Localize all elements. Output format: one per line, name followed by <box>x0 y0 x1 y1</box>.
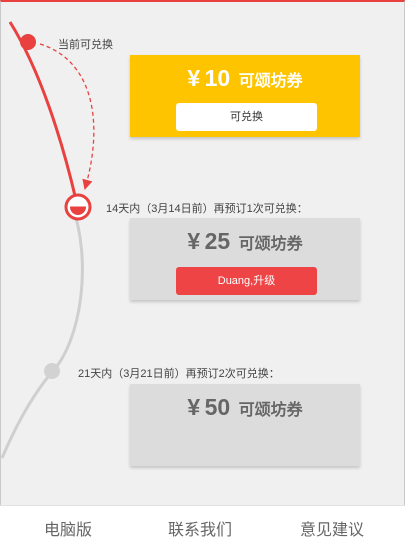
coupon-unit: 可颂坊券 <box>238 402 303 419</box>
step-label-next: 14天内（3月14日前）再预订1次可兑换： <box>106 203 308 215</box>
coupon-card-10: ¥ 10 可颂坊券 可兑换 <box>130 55 360 137</box>
coupon-price: ¥ 25 可颂坊券 <box>130 228 360 255</box>
coupon-amount: 10 <box>204 65 231 91</box>
currency-symbol: ¥ <box>187 394 201 420</box>
coupon-amount: 25 <box>204 228 231 254</box>
timeline-node-locked <box>44 363 60 379</box>
upgrade-button[interactable]: Duang,升级 <box>176 267 317 295</box>
redeem-button[interactable]: 可兑换 <box>176 103 317 131</box>
step-label-current: 当前可兑换 <box>58 39 113 51</box>
timeline-gray-arc <box>0 204 84 459</box>
coupon-price: ¥ 50 可颂坊券 <box>130 394 360 421</box>
footer-link-feedback[interactable]: 意见建议 <box>300 516 364 540</box>
coupon-unit: 可颂坊券 <box>238 73 303 90</box>
step-label-locked: 21天内（3月21日前）再预订2次可兑换： <box>78 368 280 380</box>
footer-bar: 电脑版 联系我们 意见建议 <box>0 505 405 546</box>
coupon-card-25: ¥ 25 可颂坊券 Duang,升级 <box>130 218 360 300</box>
coupon-card-50: ¥ 50 可颂坊券 <box>130 384 360 466</box>
currency-symbol: ¥ <box>187 228 201 254</box>
currency-symbol: ¥ <box>187 65 201 91</box>
footer-link-contact[interactable]: 联系我们 <box>168 516 232 540</box>
coupon-amount: 50 <box>204 394 231 420</box>
footer-link-desktop[interactable]: 电脑版 <box>44 516 92 540</box>
timeline-node-current <box>20 34 36 50</box>
coupon-price: ¥ 10 可颂坊券 <box>130 65 360 92</box>
timeline-node-next <box>64 193 92 221</box>
coupon-unit: 可颂坊券 <box>238 236 303 253</box>
